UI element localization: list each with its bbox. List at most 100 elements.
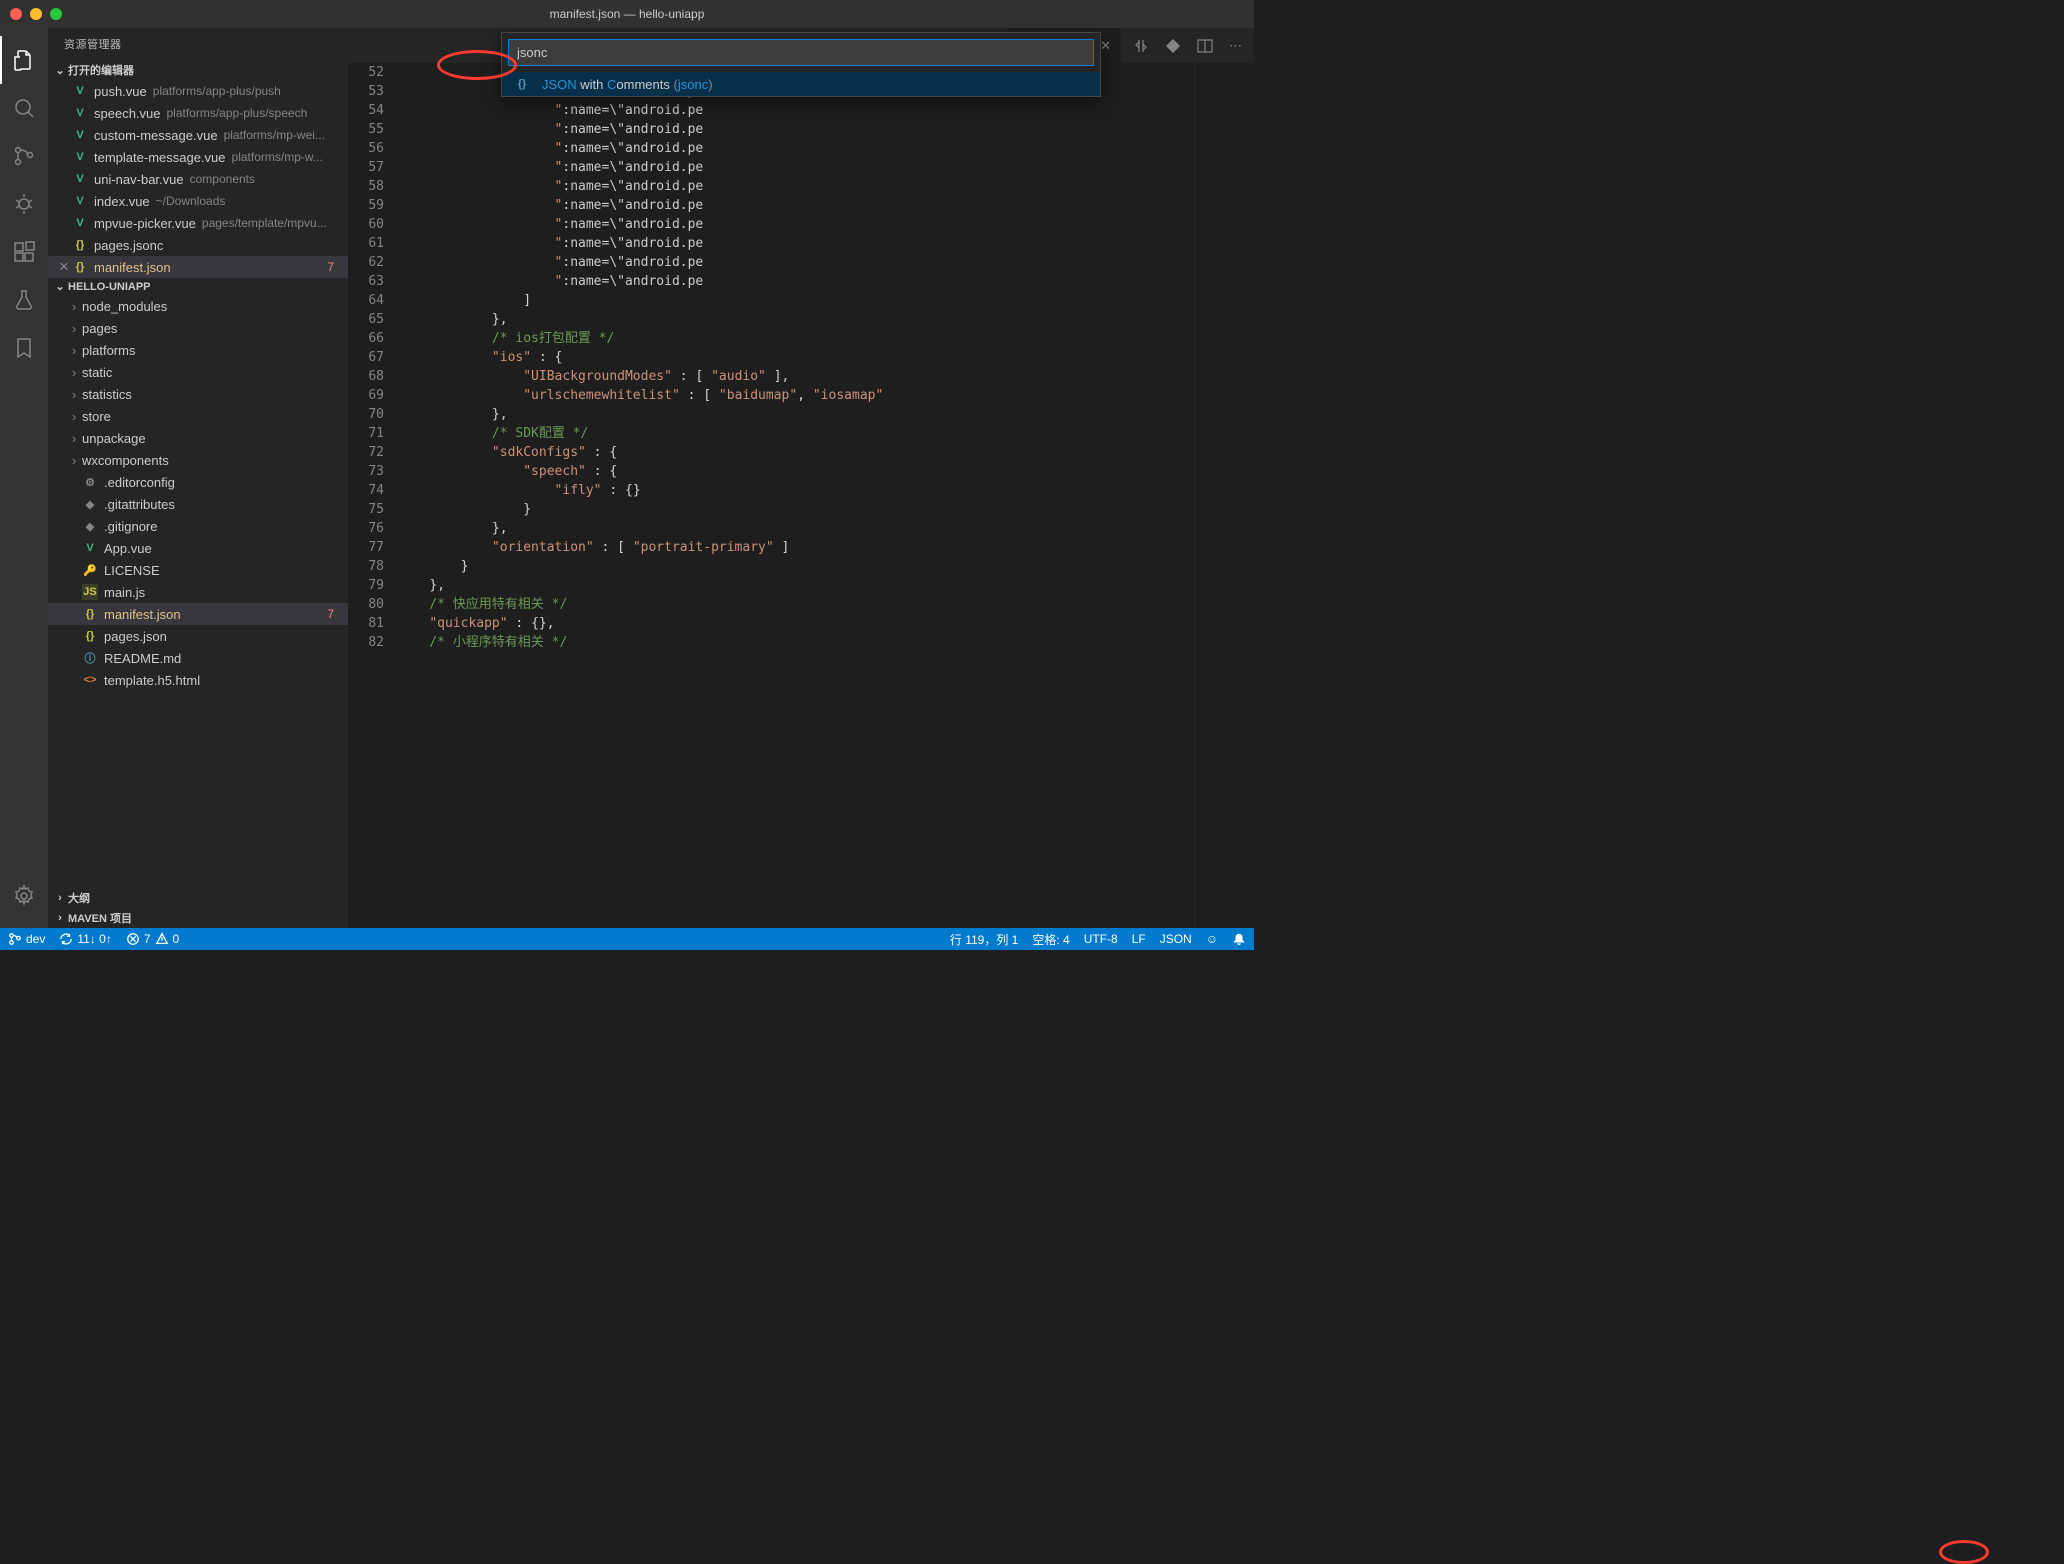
maven-header[interactable]: › MAVEN 项目: [48, 908, 348, 928]
open-editor-item[interactable]: ✕Vmpvue-picker.vuepages/template/mpvu...: [48, 212, 348, 234]
file-item[interactable]: JSmain.js: [48, 581, 348, 603]
open-editor-item[interactable]: ✕Vindex.vue~/Downloads: [48, 190, 348, 212]
beaker-icon[interactable]: [0, 276, 48, 324]
folder-item[interactable]: ›unpackage: [48, 427, 348, 449]
eol-status[interactable]: LF: [1132, 932, 1146, 946]
vue-icon: V: [72, 83, 88, 99]
debug-icon[interactable]: [0, 180, 48, 228]
language-option-jsonc[interactable]: {} JSON with Comments (jsonc): [502, 72, 1100, 96]
file-name: .gitattributes: [104, 497, 175, 512]
vue-icon: V: [72, 215, 88, 231]
file-item[interactable]: {}pages.json: [48, 625, 348, 647]
file-name: .gitignore: [104, 519, 157, 534]
workspace-header[interactable]: ⌄ HELLO-UNIAPP: [48, 278, 348, 295]
js-icon: JS: [82, 584, 98, 600]
file-item[interactable]: ⓘREADME.md: [48, 647, 348, 669]
folder-item[interactable]: ›wxcomponents: [48, 449, 348, 471]
info-icon: ⓘ: [82, 650, 98, 666]
feedback-icon[interactable]: ☺: [1206, 932, 1218, 946]
file-item[interactable]: {}manifest.json7: [48, 603, 348, 625]
maven-label: MAVEN 项目: [68, 910, 132, 926]
chevron-right-icon: ›: [66, 321, 82, 336]
notifications-icon[interactable]: [1232, 932, 1246, 946]
open-editor-item[interactable]: ✕Vspeech.vueplatforms/app-plus/speech: [48, 102, 348, 124]
file-item[interactable]: 🔑LICENSE: [48, 559, 348, 581]
file-item[interactable]: <>template.h5.html: [48, 669, 348, 691]
open-editors-label: 打开的编辑器: [68, 62, 134, 78]
window-close-button[interactable]: [10, 8, 22, 20]
compare-icon[interactable]: [1133, 38, 1149, 54]
file-name: push.vue: [94, 84, 147, 99]
file-name: template-message.vue: [94, 150, 226, 165]
chevron-right-icon: ›: [66, 343, 82, 358]
git-sync-status[interactable]: 11↓ 0↑: [59, 932, 111, 946]
file-path: platforms/mp-w...: [232, 150, 323, 164]
window-minimize-button[interactable]: [30, 8, 42, 20]
file-name: LICENSE: [104, 563, 160, 578]
vue-icon: V: [72, 127, 88, 143]
file-name: pages.jsonc: [94, 238, 163, 253]
file-path: platforms/app-plus/push: [153, 84, 281, 98]
folder-name: store: [82, 409, 111, 424]
vue-icon: V: [72, 105, 88, 121]
file-name: manifest.json: [94, 260, 171, 275]
bookmark-icon[interactable]: [0, 324, 48, 372]
folder-name: unpackage: [82, 431, 146, 446]
source-control-icon[interactable]: [0, 132, 48, 180]
vue-icon: V: [72, 149, 88, 165]
open-editor-item[interactable]: ✕Vcustom-message.vueplatforms/mp-wei...: [48, 124, 348, 146]
file-path: pages/template/mpvu...: [202, 216, 327, 230]
open-editor-item[interactable]: ✕Vtemplate-message.vueplatforms/mp-w...: [48, 146, 348, 168]
extensions-icon[interactable]: [0, 228, 48, 276]
folder-item[interactable]: ›statistics: [48, 383, 348, 405]
file-item[interactable]: ◆.gitattributes: [48, 493, 348, 515]
chevron-right-icon: ›: [66, 453, 82, 468]
folder-name: statistics: [82, 387, 132, 402]
settings-icon[interactable]: [0, 872, 48, 920]
vue-icon: V: [82, 540, 98, 556]
chevron-right-icon: ›: [66, 409, 82, 424]
git-branch-status[interactable]: dev: [8, 932, 45, 946]
folder-name: wxcomponents: [82, 453, 169, 468]
problems-status[interactable]: 7 0: [126, 932, 179, 946]
folder-item[interactable]: ›store: [48, 405, 348, 427]
file-name: speech.vue: [94, 106, 161, 121]
split-icon[interactable]: [1197, 38, 1213, 54]
window-maximize-button[interactable]: [50, 8, 62, 20]
language-mode-status[interactable]: JSON: [1160, 932, 1192, 946]
explorer-icon[interactable]: [0, 36, 48, 84]
chevron-down-icon: ⌄: [52, 64, 68, 77]
file-item[interactable]: ◆.gitignore: [48, 515, 348, 537]
language-mode-input[interactable]: [508, 39, 1094, 66]
titlebar: manifest.json — hello-uniapp: [0, 0, 1254, 28]
open-editor-item[interactable]: ✕Vuni-nav-bar.vuecomponents: [48, 168, 348, 190]
open-editor-item[interactable]: ✕{}manifest.json7: [48, 256, 348, 278]
search-icon[interactable]: [0, 84, 48, 132]
open-editor-item[interactable]: ✕Vpush.vueplatforms/app-plus/push: [48, 80, 348, 102]
folder-item[interactable]: ›platforms: [48, 339, 348, 361]
outline-label: 大纲: [68, 890, 90, 906]
outline-header[interactable]: › 大纲: [48, 888, 348, 908]
cursor-position-status[interactable]: 行 119，列 1: [950, 931, 1018, 948]
file-item[interactable]: ⚙.editorconfig: [48, 471, 348, 493]
encoding-status[interactable]: UTF-8: [1084, 932, 1118, 946]
open-editor-item[interactable]: ✕{}pages.jsonc: [48, 234, 348, 256]
close-icon[interactable]: ✕: [56, 259, 72, 275]
folder-item[interactable]: ›node_modules: [48, 295, 348, 317]
indentation-status[interactable]: 空格: 4: [1032, 931, 1069, 948]
diamond-icon[interactable]: [1165, 38, 1181, 54]
vue-icon: V: [72, 193, 88, 209]
open-editors-header[interactable]: ⌄ 打开的编辑器: [48, 60, 348, 80]
folder-item[interactable]: ›pages: [48, 317, 348, 339]
window-title: manifest.json — hello-uniapp: [550, 7, 705, 21]
minimap[interactable]: [1194, 63, 1254, 928]
chevron-down-icon: ⌄: [52, 280, 68, 293]
editor-content[interactable]: 5253545556575859606162636465666768697071…: [348, 63, 1254, 928]
folder-item[interactable]: ›static: [48, 361, 348, 383]
folder-name: platforms: [82, 343, 135, 358]
file-path: components: [190, 172, 255, 186]
file-name: mpvue-picker.vue: [94, 216, 196, 231]
more-icon[interactable]: ⋯: [1229, 38, 1242, 54]
file-item[interactable]: VApp.vue: [48, 537, 348, 559]
close-icon[interactable]: ✕: [1100, 38, 1111, 54]
